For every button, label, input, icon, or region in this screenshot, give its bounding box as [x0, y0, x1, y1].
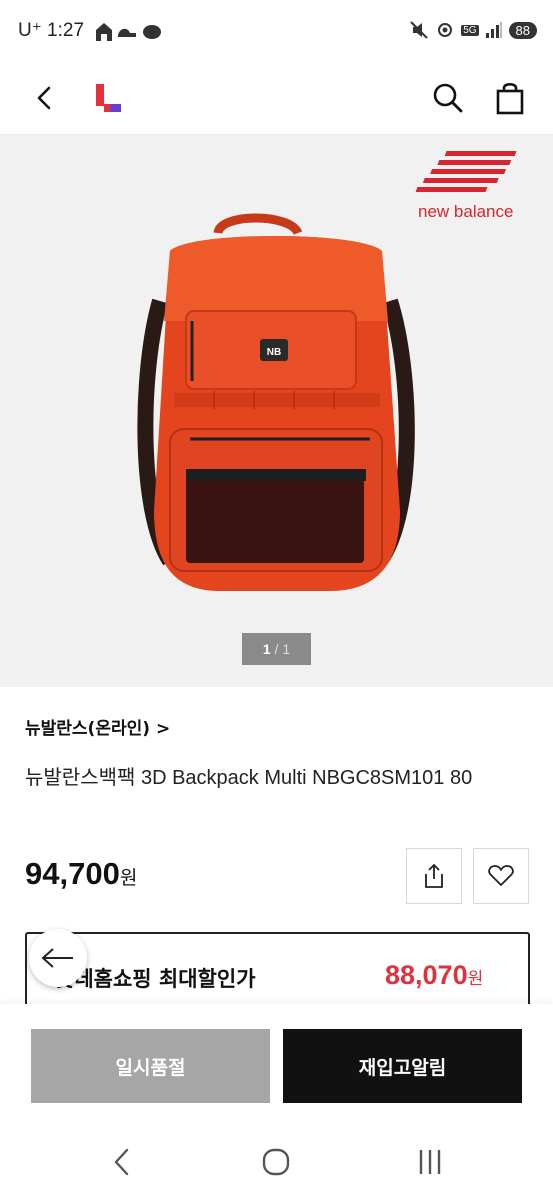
carrier-label: U⁺: [18, 20, 42, 41]
arrow-left-icon: [41, 948, 73, 968]
share-icon: [425, 863, 443, 888]
svg-text:NB: NB: [267, 347, 281, 358]
hotspot-icon: [438, 23, 453, 37]
brand-logo: new balance: [414, 147, 534, 227]
soldout-button[interactable]: 일시품절: [31, 1029, 270, 1103]
price-value: 94,700: [25, 856, 120, 891]
brand-logo-text: new balance: [418, 202, 514, 221]
clock: 1:27: [47, 20, 85, 41]
shopping-bag-icon: [496, 82, 524, 115]
image-counter-current: 1: [262, 641, 271, 657]
brand-link[interactable]: 뉴발란스(온라인) >: [25, 714, 170, 739]
brand-name: 뉴발란스(온라인): [25, 719, 151, 739]
system-nav-bar: [0, 1122, 553, 1200]
backpack-image: NB: [137, 213, 415, 591]
nav-recents-icon: [419, 1150, 441, 1174]
floating-back-button[interactable]: [29, 929, 87, 987]
chevron-left-icon: [37, 86, 51, 110]
cart-button[interactable]: [492, 79, 528, 117]
product-image[interactable]: new balance NB 1 / 1: [0, 135, 553, 687]
nav-home-icon: [262, 1148, 290, 1176]
wishlist-button[interactable]: [473, 848, 529, 904]
battery-level: 88: [508, 21, 537, 39]
lotte-logo[interactable]: [94, 82, 124, 114]
back-button[interactable]: [28, 80, 62, 116]
notification-icons: [94, 21, 164, 47]
product-title: 뉴발란스백팩 3D Backpack Multi NBGC8SM101 80: [25, 767, 473, 789]
promo-price-unit: 원: [467, 969, 484, 989]
lotte-l-logo-icon: [96, 84, 121, 112]
promo-price-value: 88,070: [385, 960, 468, 990]
restock-alert-button[interactable]: 재입고알림: [283, 1029, 522, 1103]
nav-home-button[interactable]: [258, 1144, 294, 1180]
image-counter-total: 1: [282, 641, 291, 657]
nav-recents-button[interactable]: [412, 1144, 448, 1180]
status-bar: U⁺ 1:27 5G 88: [0, 0, 553, 62]
brand-chevron-icon: >: [155, 719, 171, 739]
search-icon: [433, 83, 463, 113]
share-button[interactable]: [406, 848, 462, 904]
image-counter: 1 / 1: [242, 633, 311, 665]
nav-back-icon: [114, 1148, 129, 1176]
nav-back-button[interactable]: [104, 1144, 140, 1180]
mute-icon: [410, 21, 428, 39]
status-time: U⁺ 1:27: [18, 19, 84, 42]
search-button[interactable]: [430, 80, 466, 116]
new-balance-logo-icon: [415, 151, 517, 192]
heart-icon: [488, 865, 514, 886]
product-price: 94,700원: [25, 856, 137, 892]
image-counter-separator: /: [274, 641, 279, 657]
signal-icon: [485, 22, 502, 38]
system-status-icons: 5G 88: [409, 20, 537, 40]
promo-price: 88,070원: [385, 960, 483, 991]
app-header: [0, 62, 553, 135]
network-label: 5G: [461, 24, 479, 36]
price-unit: 원: [119, 867, 138, 889]
